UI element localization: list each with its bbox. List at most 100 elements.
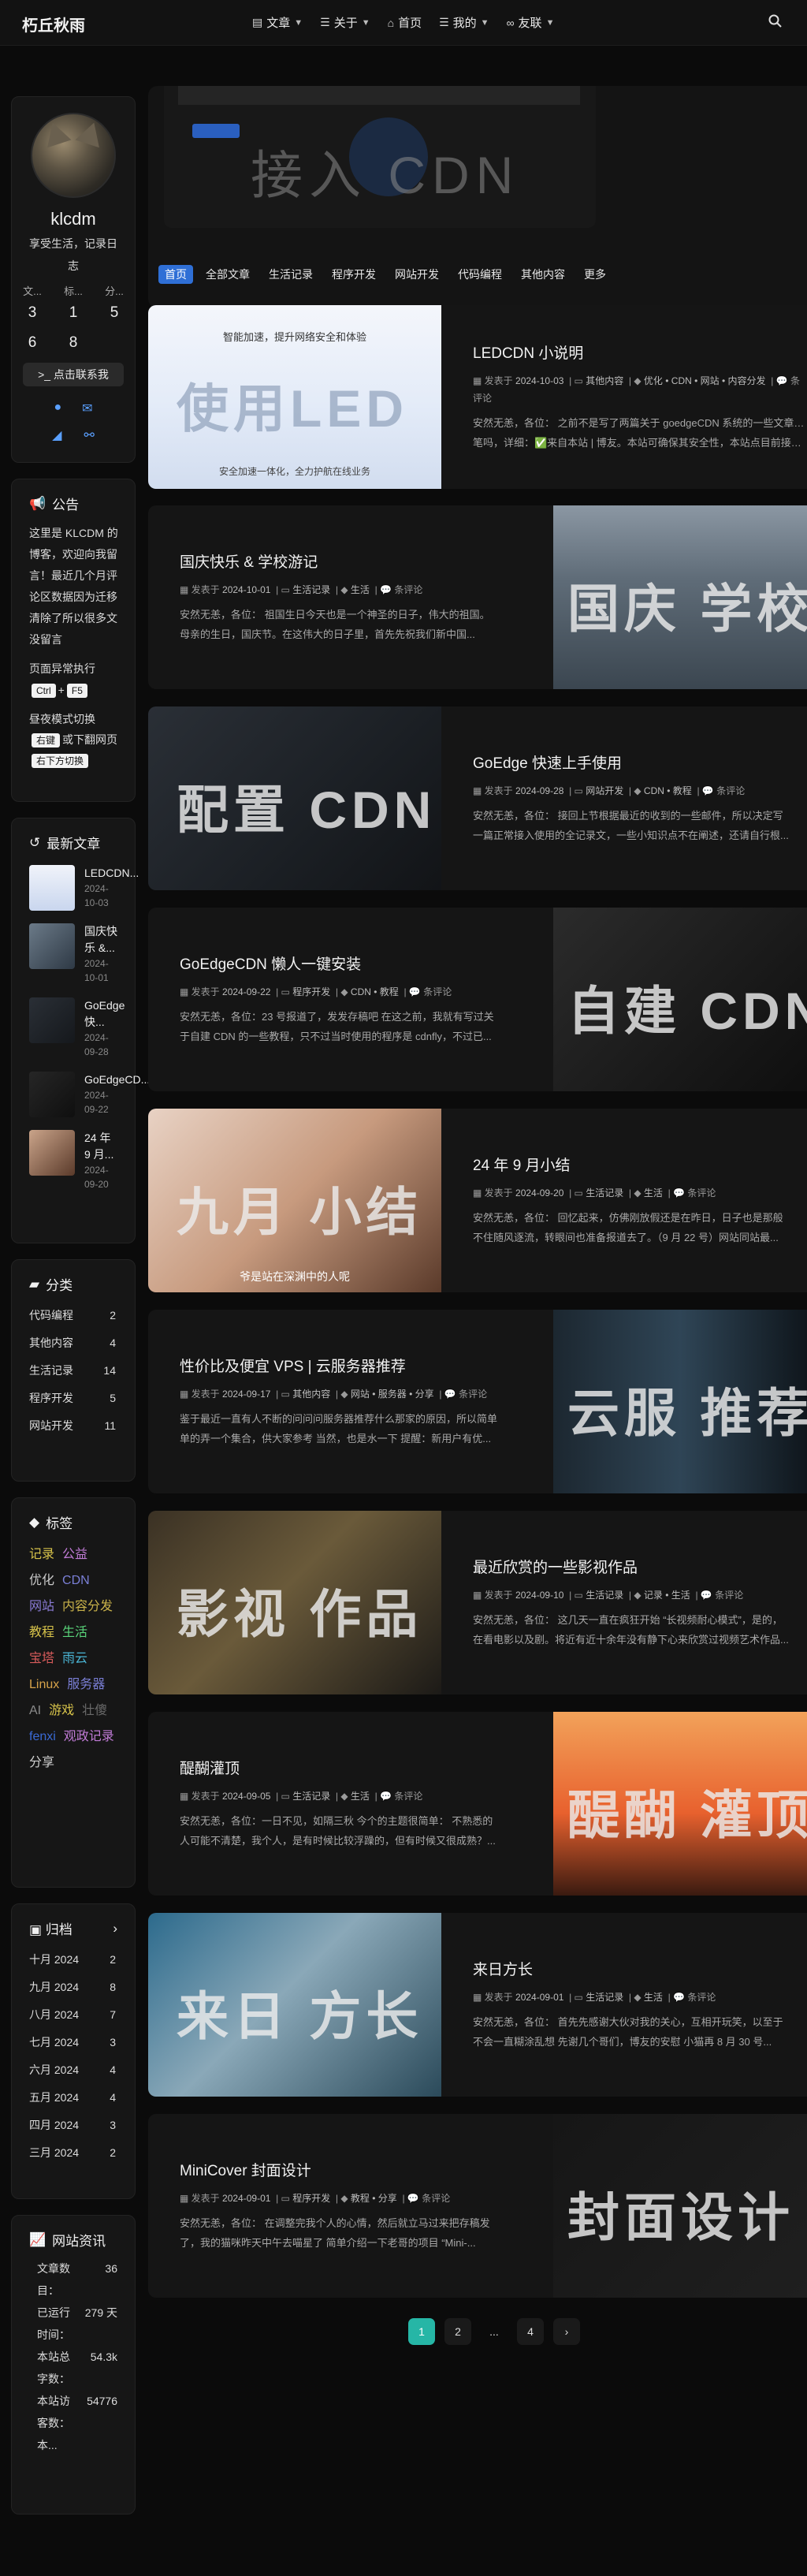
post-category[interactable]: 程序开发 (292, 986, 330, 997)
post-comments[interactable]: 条评论 (687, 1187, 716, 1199)
post-card[interactable]: 使用LED 智能加速，提升网络安全和体验 安全加速一体化，全力护航在线业务 LE… (148, 305, 807, 489)
category-item[interactable]: 代码编程 2 (12, 1302, 135, 1329)
post-tags[interactable]: 生活 (351, 1791, 370, 1802)
post-thumbnail[interactable]: 国庆 学校 (553, 505, 807, 689)
search-icon[interactable] (768, 13, 783, 29)
post-title[interactable]: MiniCover 封面设计 (180, 2159, 519, 2180)
tag-item[interactable]: 雨云 (62, 1646, 87, 1672)
category-item[interactable]: 其他内容 4 (12, 1329, 135, 1357)
tab-home[interactable]: 首页 (158, 265, 193, 284)
tag-item[interactable]: 教程 (29, 1620, 54, 1646)
tag-item[interactable]: 公益 (62, 1541, 87, 1568)
post-comments[interactable]: 条评论 (715, 1590, 743, 1601)
archive-item[interactable]: 八月 2024 7 (12, 2001, 135, 2029)
recent-item[interactable]: GoEdge 快... 2024-09-28 (12, 985, 135, 1059)
post-title[interactable]: 醍醐灌顶 (180, 1757, 519, 1778)
tag-item[interactable]: 优化 (29, 1568, 54, 1594)
page-2-button[interactable]: 2 (444, 2318, 471, 2345)
nav-item-about[interactable]: ☰ 关于 ▼ (320, 14, 370, 31)
post-title[interactable]: 来日方长 (473, 1958, 807, 1979)
post-title[interactable]: GoEdge 快速上手使用 (473, 751, 807, 773)
post-title[interactable]: GoEdgeCDN 懒人一键安装 (180, 952, 519, 974)
stat-articles[interactable]: 文... 3 (15, 283, 50, 322)
github-icon[interactable]: ● (54, 401, 61, 416)
tag-item[interactable]: CDN (62, 1568, 90, 1594)
post-comments[interactable]: 条评论 (394, 1791, 422, 1802)
tag-item[interactable]: AI (29, 1698, 41, 1724)
post-title[interactable]: 最近欣赏的一些影视作品 (473, 1556, 807, 1577)
tab-all-articles[interactable]: 全部文章 (199, 265, 256, 284)
post-thumbnail[interactable]: 云服 推荐 (553, 1310, 807, 1493)
archive-title[interactable]: ▣ 归档 › (12, 1904, 135, 1938)
tag-item[interactable]: 分享 (29, 1750, 54, 1776)
post-card[interactable]: 自建 CDN GoEdgeCDN 懒人一键安装 ▦ 发表于 2024-09-22… (148, 908, 807, 1091)
archive-item[interactable]: 四月 2024 3 (12, 2112, 135, 2139)
tag-item[interactable]: 生活 (62, 1620, 87, 1646)
recent-item[interactable]: 国庆快乐 &... 2024-10-01 (12, 911, 135, 985)
post-tags[interactable]: 记录 • 生活 (644, 1590, 690, 1601)
post-title[interactable]: 国庆快乐 & 学校游记 (180, 550, 519, 572)
avatar[interactable] (31, 113, 116, 198)
stat-categories[interactable]: 分... 5 (97, 283, 132, 322)
post-thumbnail[interactable]: 醍醐 灌顶 (553, 1712, 807, 1896)
post-comments[interactable]: 条评论 (687, 1992, 716, 2003)
tab-life[interactable]: 生活记录 (262, 265, 319, 284)
tab-program-dev[interactable]: 程序开发 (325, 265, 382, 284)
post-category[interactable]: 生活记录 (586, 1992, 623, 2003)
post-card[interactable]: 九月 小结 爷是站在深渊中的人呢 24 年 9 月小结 ▦ 发表于 2024-0… (148, 1109, 807, 1292)
post-title[interactable]: 24 年 9 月小结 (473, 1154, 807, 1175)
tag-item[interactable]: 网站 (29, 1594, 54, 1620)
post-tags[interactable]: 优化 • CDN • 网站 • 内容分发 (644, 375, 766, 386)
tab-web-dev[interactable]: 网站开发 (389, 265, 445, 284)
post-card[interactable]: 配置 CDN GoEdge 快速上手使用 ▦ 发表于 2024-09-28 | … (148, 706, 807, 890)
post-tags[interactable]: 生活 (644, 1187, 663, 1199)
post-card[interactable]: 醍醐 灌顶 醍醐灌顶 ▦ 发表于 2024-09-05 | ▭ 生活记录 | ◆… (148, 1712, 807, 1896)
tag-item[interactable]: 壮傻 (82, 1698, 107, 1724)
nav-item-home[interactable]: ⌂ 首页 (388, 14, 422, 31)
post-thumbnail[interactable]: 来日 方长 (148, 1913, 441, 2097)
contact-button[interactable]: >_ 点击联系我 (23, 363, 124, 386)
post-tags[interactable]: 教程 • 分享 (351, 2193, 397, 2204)
tab-other[interactable]: 其他内容 (515, 265, 571, 284)
post-tags[interactable]: 生活 (351, 584, 370, 595)
post-tags[interactable]: CDN • 教程 (351, 986, 399, 997)
sitemap-icon[interactable]: ⚯ (84, 427, 94, 443)
post-card[interactable]: 封面设计 MiniCover 封面设计 ▦ 发表于 2024-09-01 | ▭… (148, 2114, 807, 2298)
post-category[interactable]: 网站开发 (586, 785, 623, 796)
post-category[interactable]: 其他内容 (586, 375, 623, 386)
post-comments[interactable]: 条评论 (394, 584, 422, 595)
post-category[interactable]: 生活记录 (292, 584, 330, 595)
post-card[interactable]: 影视 作品 最近欣赏的一些影视作品 ▦ 发表于 2024-09-10 | ▭ 生… (148, 1511, 807, 1694)
next-page-button[interactable]: › (553, 2318, 580, 2345)
post-comments[interactable]: 条评论 (459, 1389, 487, 1400)
post-category[interactable]: 程序开发 (292, 2193, 330, 2204)
tab-more[interactable]: 更多 (578, 265, 612, 284)
page-4-button[interactable]: 4 (517, 2318, 544, 2345)
post-category[interactable]: 生活记录 (586, 1187, 623, 1199)
post-comments[interactable]: 条评论 (422, 2193, 450, 2204)
tag-item[interactable]: 宝塔 (29, 1646, 54, 1672)
rss-icon[interactable]: ◢ (52, 427, 61, 443)
post-card[interactable]: 来日 方长 来日方长 ▦ 发表于 2024-09-01 | ▭ 生活记录 | ◆… (148, 1913, 807, 2097)
archive-item[interactable]: 九月 2024 8 (12, 1974, 135, 2001)
post-thumbnail[interactable]: 配置 CDN (148, 706, 441, 890)
archive-item[interactable]: 七月 2024 3 (12, 2029, 135, 2056)
post-comments[interactable]: 条评论 (423, 986, 452, 997)
post-category[interactable]: 生活记录 (586, 1590, 623, 1601)
tag-item[interactable]: 游戏 (49, 1698, 74, 1724)
post-title[interactable]: 性价比及便宜 VPS | 云服务器推荐 (180, 1355, 519, 1376)
chevron-right-icon[interactable]: › (113, 1921, 117, 1937)
tag-item[interactable]: 服务器 (67, 1672, 105, 1698)
post-thumbnail[interactable]: 封面设计 (553, 2114, 807, 2298)
post-card[interactable]: 云服 推荐 性价比及便宜 VPS | 云服务器推荐 ▦ 发表于 2024-09-… (148, 1310, 807, 1493)
nav-item-links[interactable]: ∞ 友联 ▼ (507, 14, 555, 31)
archive-item[interactable]: 三月 2024 2 (12, 2139, 135, 2167)
post-thumbnail[interactable]: 影视 作品 (148, 1511, 441, 1694)
archive-item[interactable]: 五月 2024 4 (12, 2084, 135, 2112)
stat-tags[interactable]: 标... 1 (56, 283, 91, 322)
post-tags[interactable]: 网站 • 服务器 • 分享 (351, 1389, 434, 1400)
tag-item[interactable]: 内容分发 (62, 1594, 113, 1620)
post-thumbnail[interactable]: 九月 小结 爷是站在深渊中的人呢 (148, 1109, 441, 1292)
nav-item-mine[interactable]: ☰ 我的 ▼ (439, 14, 489, 31)
recent-item[interactable]: LEDCDN... 2024-10-03 (12, 852, 139, 911)
